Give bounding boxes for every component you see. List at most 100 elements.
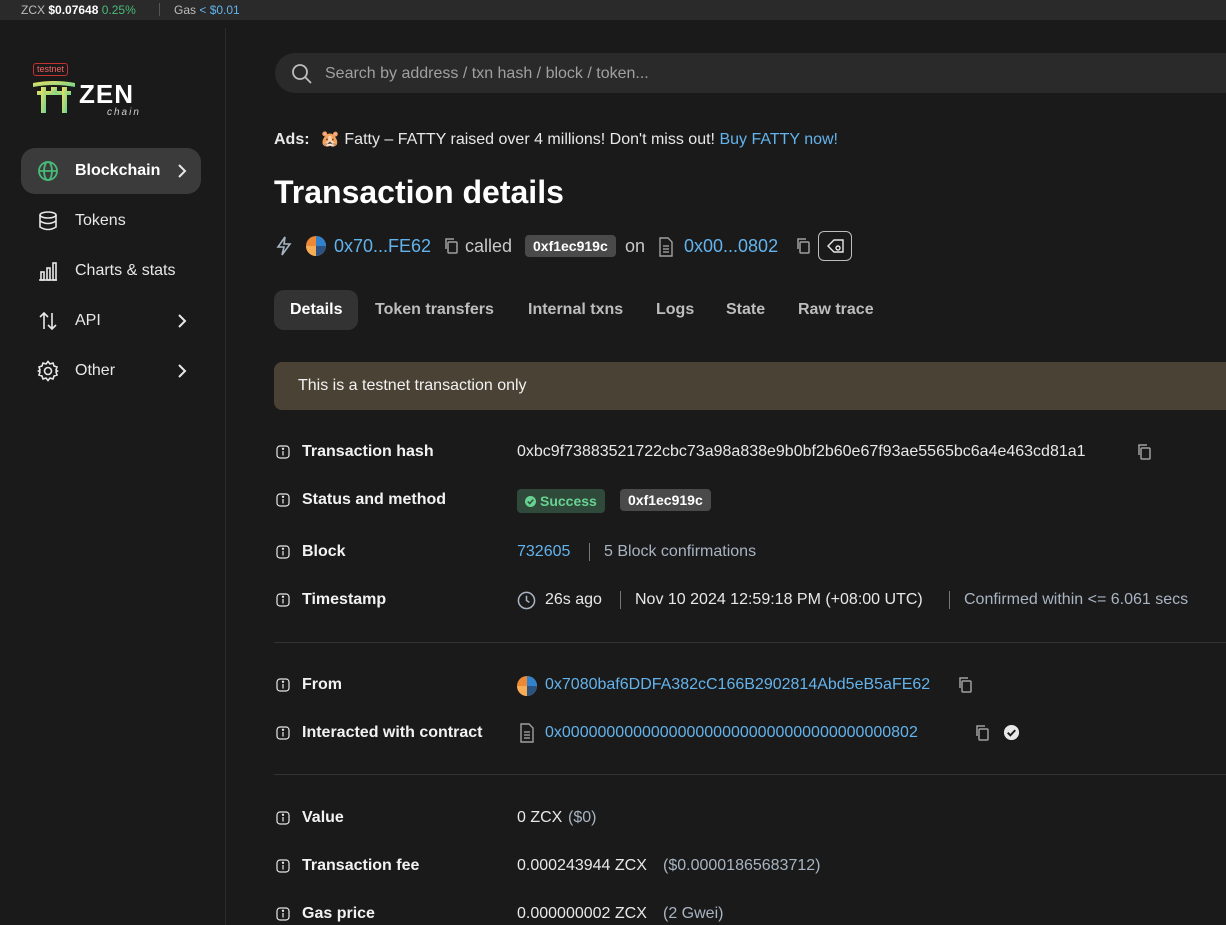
info-icon[interactable] (276, 907, 290, 921)
copy-icon[interactable] (444, 238, 458, 254)
token-price-ticker: ZCX $0.07648 0.25% (21, 3, 136, 17)
info-icon[interactable] (276, 726, 290, 740)
testnet-warning-text: This is a testnet transaction only (298, 377, 527, 394)
gas-label: Gas (174, 3, 197, 17)
gear-icon (37, 360, 59, 382)
sidebar-item-other[interactable]: Other (21, 348, 201, 394)
info-icon[interactable] (276, 493, 290, 507)
row-status-method: Status and method Success 0xf1ec919c (276, 489, 1226, 513)
confirmed-within: Confirmed within <= 6.061 secs (964, 591, 1189, 608)
sidebar-item-label: Other (75, 362, 116, 379)
sidebar-item-tokens[interactable]: Tokens (21, 198, 201, 244)
row-label: Value (302, 809, 344, 826)
ads-text: Fatty – FATTY raised over 4 millions! Do… (344, 131, 715, 148)
copy-icon[interactable] (975, 725, 989, 741)
tab-details[interactable]: Details (274, 290, 359, 330)
search-input[interactable]: Search by address / txn hash / block / t… (325, 65, 649, 83)
ads-banner: Ads: 🐹 Fatty – FATTY raised over 4 milli… (274, 129, 838, 149)
value-divider (589, 543, 590, 561)
globe-icon (38, 161, 58, 181)
sidebar: testnet ZEN chain Blockchain Tokens Char… (0, 28, 226, 925)
row-label: Gas price (302, 905, 375, 922)
row-label: Interacted with contract (302, 724, 483, 741)
gas-price-amount: 0.000000002 ZCX (517, 905, 647, 922)
ads-cta-link[interactable]: Buy FATTY now! (719, 131, 838, 148)
info-icon[interactable] (276, 678, 290, 692)
sidebar-item-blockchain[interactable]: Blockchain (21, 148, 201, 194)
from-address-link[interactable]: 0x7080baf6DDFA382cC166B2902814Abd5eB5aFE… (545, 676, 930, 694)
testnet-warning-banner: This is a testnet transaction only (274, 362, 1226, 410)
search-bar[interactable]: Search by address / txn hash / block / t… (275, 53, 1226, 93)
address-avatar-icon (306, 236, 326, 256)
row-label: Transaction hash (302, 443, 434, 460)
contract-file-icon (659, 237, 673, 257)
token-price: $0.07648 (48, 3, 99, 17)
ticker-divider (159, 3, 160, 16)
sidebar-item-label: Charts & stats (75, 262, 176, 279)
info-icon[interactable] (276, 811, 290, 825)
info-icon[interactable] (276, 445, 290, 459)
block-confirmations: 5 Block confirmations (604, 543, 757, 560)
fee-usd: ($0.00001865683712) (663, 857, 821, 874)
to-address-link[interactable]: 0x00...0802 (684, 236, 778, 257)
search-icon (292, 64, 312, 84)
row-label: Status and method (302, 491, 447, 508)
torii-gate-icon (33, 81, 75, 113)
row-interacted-contract: Interacted with contract 0x0000000000000… (276, 722, 1226, 746)
value-usd: ($0) (568, 809, 597, 826)
clock-icon (517, 591, 536, 610)
chevron-right-icon (178, 364, 187, 378)
method-tag: 0xf1ec919c (525, 235, 616, 257)
page-title: Transaction details (274, 174, 564, 210)
info-icon[interactable] (276, 593, 290, 607)
sidebar-item-api[interactable]: API (21, 298, 201, 344)
api-arrows-icon (39, 311, 57, 331)
ads-prefix: Ads: (274, 131, 310, 148)
copy-icon[interactable] (796, 238, 810, 254)
zenchain-logo[interactable]: testnet ZEN chain (31, 63, 141, 119)
coins-icon (39, 211, 57, 231)
tab-state[interactable]: State (710, 290, 781, 330)
info-icon[interactable] (276, 859, 290, 873)
testnet-badge: testnet (33, 63, 69, 76)
row-from: From 0x7080baf6DDFA382cC166B2902814Abd5e… (276, 674, 1226, 698)
tab-raw-trace[interactable]: Raw trace (782, 290, 890, 330)
time-ago: 26s ago (545, 591, 602, 608)
row-label: From (302, 676, 342, 693)
status-text: Success (540, 493, 597, 509)
copy-icon[interactable] (1137, 444, 1151, 460)
chevron-right-icon (178, 164, 187, 178)
gas-value: < $0.01 (199, 3, 240, 17)
chevron-right-icon (178, 314, 187, 328)
sidebar-item-label: Blockchain (75, 162, 161, 179)
check-circle-icon (525, 496, 536, 507)
tab-internal-txns[interactable]: Internal txns (512, 290, 639, 330)
token-change: 0.25% (101, 3, 136, 17)
tag-icon (827, 239, 844, 253)
row-value-amount: Value 0 ZCX ($0) (276, 807, 1226, 831)
row-label: Transaction fee (302, 857, 420, 874)
called-text: called (465, 236, 513, 256)
contract-address-link[interactable]: 0x00000000000000000000000000000000000008… (545, 724, 918, 742)
ads-emoji: 🐹 (320, 131, 340, 148)
value-divider (949, 591, 950, 609)
address-avatar-icon (517, 676, 537, 696)
verified-check-icon (1003, 724, 1020, 741)
block-link[interactable]: 732605 (517, 543, 570, 561)
token-symbol: ZCX (21, 3, 45, 17)
section-divider (274, 642, 1226, 643)
fee-amount: 0.000243944 ZCX (517, 857, 647, 874)
timestamp-value: Nov 10 2024 12:59:18 PM (+08:00 UTC) (635, 591, 923, 608)
tab-token-transfers[interactable]: Token transfers (359, 290, 510, 330)
add-tag-button[interactable] (818, 231, 852, 261)
info-icon[interactable] (276, 545, 290, 559)
tab-logs[interactable]: Logs (640, 290, 710, 330)
from-address-link[interactable]: 0x70...FE62 (334, 236, 431, 257)
top-info-bar: ZCX $0.07648 0.25% Gas < $0.01 (0, 0, 1226, 20)
on-text: on (625, 236, 646, 256)
gas-ticker[interactable]: Gas < $0.01 (174, 3, 240, 17)
gas-price-gwei: (2 Gwei) (663, 905, 724, 922)
contract-file-icon (520, 723, 534, 743)
copy-icon[interactable] (958, 677, 972, 693)
sidebar-item-charts[interactable]: Charts & stats (21, 248, 201, 294)
